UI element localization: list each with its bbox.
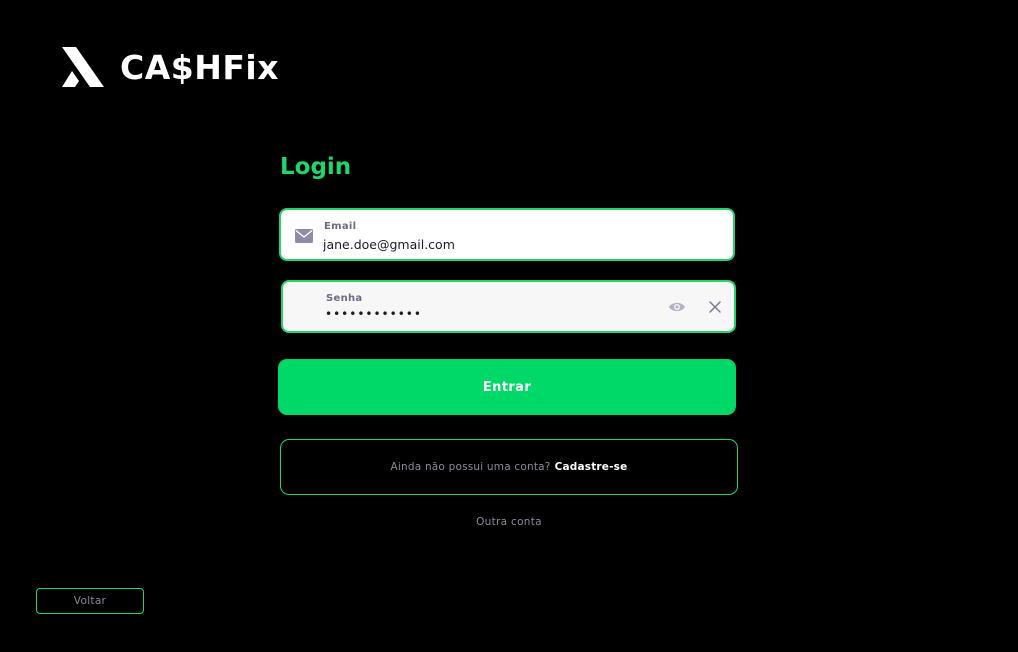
cashfix-logo-icon [62,47,104,87]
page-title: Login [280,154,352,180]
email-label: Email [324,221,357,232]
brand-logo: CA$HFix [62,46,279,88]
email-input[interactable] [323,237,643,252]
email-field[interactable]: Email [279,208,735,261]
password-label: Senha [326,293,363,304]
signup-prompt-box: Ainda não possui uma conta? Cadastre-se [280,439,738,495]
back-button[interactable]: Voltar [36,588,144,614]
signup-prompt-text: Ainda não possui uma conta? [390,461,551,473]
signup-link[interactable]: Cadastre-se [555,461,628,473]
other-account-link[interactable]: Outra conta [280,516,738,528]
brand-name: CA$HFix [120,47,279,87]
eye-icon[interactable] [668,300,686,314]
mail-icon [295,229,313,243]
password-field[interactable]: Senha [281,280,736,333]
enter-button[interactable]: Entrar [278,359,736,415]
close-icon[interactable] [708,300,722,314]
password-input[interactable] [325,307,645,321]
